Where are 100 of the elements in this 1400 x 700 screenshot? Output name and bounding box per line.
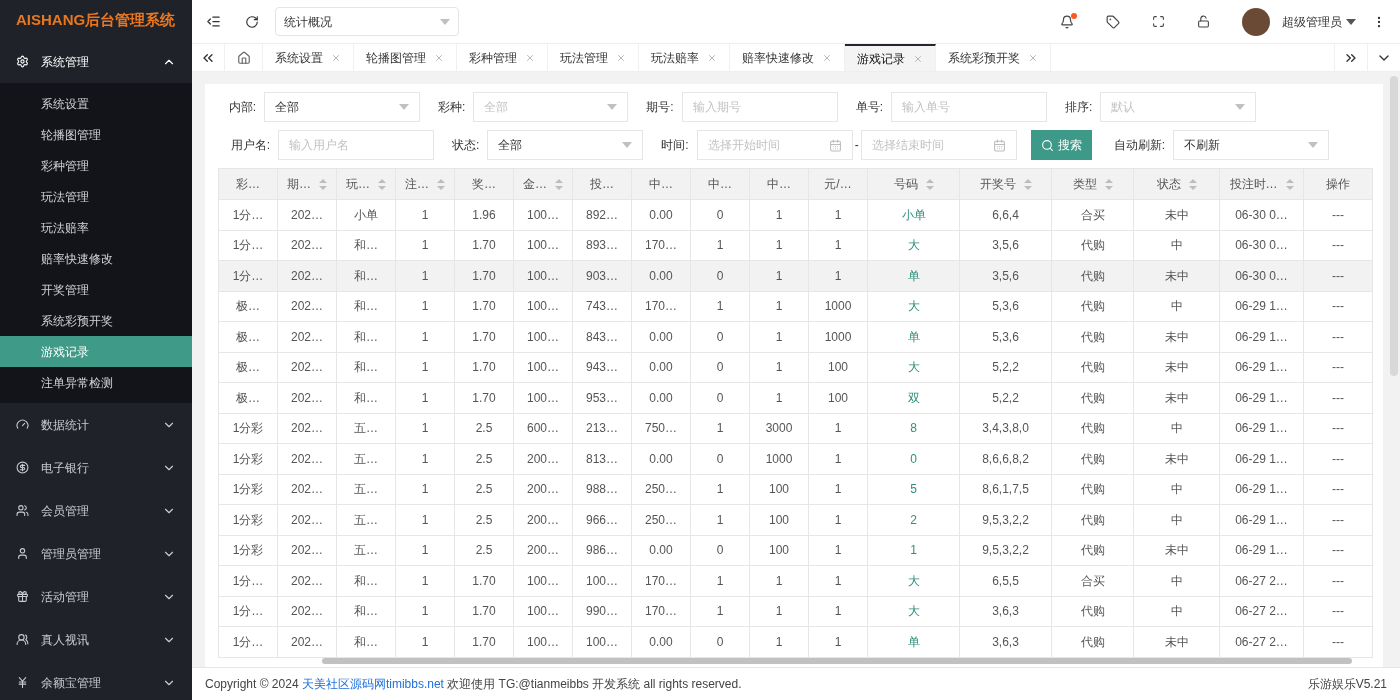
select-field[interactable]: 全部	[264, 92, 420, 122]
menu-item[interactable]: 玩法赔率	[0, 212, 192, 243]
table-cell: 202…	[277, 260, 337, 291]
menu-item[interactable]: 注单异常检测	[0, 367, 192, 398]
page-select[interactable]: 统计概况	[275, 7, 459, 36]
column-header[interactable]: 注…	[395, 168, 455, 200]
column-header[interactable]: 玩…	[336, 168, 396, 200]
column-header[interactable]: 投注时…	[1219, 168, 1304, 200]
menu-item[interactable]: 系统设置	[0, 88, 192, 119]
table-row[interactable]: 1分彩 202… 五… 1 2.5 600… 213… 750… 1 3000 1 8 3,4,3,8,0 代购 中 06-29 1… ---	[218, 413, 1373, 444]
bell-icon[interactable]	[1060, 14, 1074, 29]
table-row[interactable]: 1分… 202… 和… 1 1.70 100… 903… 0.00 0 1 1 单 3,5,6 代购 未中 06-30 0… ---	[218, 260, 1373, 291]
table-cell: 100…	[513, 291, 573, 322]
menu-item[interactable]: 开奖管理	[0, 274, 192, 305]
refresh-icon[interactable]	[245, 14, 259, 29]
menu-fold-icon[interactable]	[206, 14, 221, 29]
text-field[interactable]: 输入单号	[891, 92, 1048, 122]
site-link[interactable]: 天美社区源码网timibbs.net	[301, 677, 444, 691]
text-field[interactable]: 输入期号	[681, 92, 838, 122]
home-icon	[236, 50, 251, 65]
menu-group[interactable]: 会员管理	[0, 489, 192, 532]
table-cell: 大	[867, 230, 960, 261]
menu-group[interactable]: 数据统计	[0, 403, 192, 446]
table-row[interactable]: 极… 202… 和… 1 1.70 100… 743… 170… 1 1 1000 大 5,3,6 代购 中 06-29 1… ---	[218, 291, 1373, 322]
table-row[interactable]: 1分… 202… 和… 1 1.70 100… 100… 170… 1 1 1 大 6,5,5 合买 中 06-27 2… ---	[218, 565, 1373, 596]
column-header[interactable]: 号码	[867, 168, 960, 200]
table-cell: 1	[690, 596, 750, 627]
menu-item[interactable]: 彩种管理	[0, 150, 192, 181]
table-row[interactable]: 1分… 202… 和… 1 1.70 100… 100… 0.00 0 1 1 单 3,6,3 代购 未中 06-27 2… ---	[218, 626, 1373, 657]
table-cell: 极…	[218, 352, 278, 383]
menu-group[interactable]: 活动管理	[0, 575, 192, 618]
table-row[interactable]: 极… 202… 和… 1 1.70 100… 843… 0.00 0 1 1000 单 5,3,6 代购 未中 06-29 1… ---	[218, 321, 1373, 352]
table-cell: 1	[749, 291, 809, 322]
table-row[interactable]: 1分彩 202… 五… 1 2.5 200… 988… 250… 1 100 1 5 8,6,1,7,5 代购 中 06-29 1… ---	[218, 474, 1373, 505]
table-cell: 1	[395, 260, 455, 291]
table-cell: 1	[395, 321, 455, 352]
page-tab[interactable]: 轮播图管理	[354, 44, 457, 71]
page-tab[interactable]: 系统彩预开奖	[936, 44, 1051, 71]
table-cell: 990…	[572, 596, 632, 627]
table-row[interactable]: 1分… 202… 和… 1 1.70 100… 893… 170… 1 1 1 大 3,5,6 代购 中 06-30 0… ---	[218, 230, 1373, 261]
sort-icon	[1188, 178, 1197, 190]
vertical-scrollbar[interactable]	[1390, 76, 1398, 376]
table-cell: 813…	[572, 443, 632, 474]
table-cell: 06-30 0…	[1219, 260, 1304, 291]
menu-group[interactable]: 余额宝管理	[0, 661, 192, 700]
column-header: 操作	[1303, 168, 1373, 200]
table-cell: 100	[749, 474, 809, 505]
table-cell: 202…	[277, 504, 337, 535]
table-cell: 代购	[1051, 626, 1134, 657]
table-row[interactable]: 1分彩 202… 五… 1 2.5 200… 986… 0.00 0 100 1 1 9,5,3,2,2 代购 未中 06-29 1… ---	[218, 535, 1373, 566]
table-row[interactable]: 1分彩 202… 五… 1 2.5 200… 813… 0.00 0 1000 1 0 8,6,6,8,2 代购 未中 06-29 1… ---	[218, 443, 1373, 474]
table-row[interactable]: 极… 202… 和… 1 1.70 100… 943… 0.00 0 1 100 大 5,2,2 代购 未中 06-29 1… ---	[218, 352, 1373, 383]
table-cell: ---	[1303, 535, 1373, 566]
page-tab[interactable]: 玩法赔率	[639, 44, 730, 71]
tag-icon[interactable]	[1106, 14, 1120, 29]
text-field[interactable]: 输入用户名	[278, 130, 434, 160]
column-header[interactable]: 金…	[513, 168, 573, 200]
menu-item[interactable]: 轮播图管理	[0, 119, 192, 150]
user-menu[interactable]: 超级管理员	[1282, 12, 1356, 31]
table-cell: ---	[1303, 199, 1373, 230]
table-cell: 1	[808, 230, 868, 261]
table-row[interactable]: 极… 202… 和… 1 1.70 100… 953… 0.00 0 1 100 双 5,2,2 代购 未中 06-29 1… ---	[218, 382, 1373, 413]
table-cell: 1	[395, 626, 455, 657]
page-tab[interactable]: 玩法管理	[548, 44, 639, 71]
table-cell: 0	[690, 535, 750, 566]
table-cell: 和…	[336, 321, 396, 352]
table-cell: 06-30 0…	[1219, 199, 1304, 230]
select-field[interactable]: 不刷新	[1173, 130, 1330, 160]
lock-icon[interactable]	[1197, 15, 1210, 28]
table-cell: 1	[749, 260, 809, 291]
horizontal-scrollbar[interactable]	[322, 657, 1352, 664]
menu-item[interactable]: 系统彩预开奖	[0, 305, 192, 336]
column-header[interactable]: 开奖号	[959, 168, 1052, 200]
page-tab[interactable]: 系统设置	[263, 44, 354, 71]
menu-group[interactable]: 真人视讯	[0, 618, 192, 661]
page-tab[interactable]: 彩种管理	[457, 44, 548, 71]
table-cell: 代购	[1051, 443, 1134, 474]
table-cell: 1	[808, 565, 868, 596]
user-icon	[16, 547, 29, 560]
table-cell: 1000	[808, 321, 868, 352]
column-header[interactable]: 类型	[1051, 168, 1134, 200]
page-tab[interactable]: 游戏记录	[845, 44, 936, 71]
avatar[interactable]	[1242, 7, 1270, 36]
menu-group[interactable]: 管理员管理	[0, 532, 192, 575]
table-cell: 1	[690, 230, 750, 261]
menu-group[interactable]: 系统管理	[0, 40, 192, 83]
select-field[interactable]: 全部	[487, 130, 644, 160]
table-cell: ---	[1303, 413, 1373, 444]
filter-label: 单号:	[855, 99, 884, 116]
table-row[interactable]: 1分… 202… 小单 1 1.96 100… 892… 0.00 0 1 1 小单 6,6,4 合买 未中 06-30 0… ---	[218, 199, 1373, 230]
column-header[interactable]: 期…	[277, 168, 337, 200]
menu-group[interactable]: 电子银行	[0, 446, 192, 489]
table-row[interactable]: 1分彩 202… 五… 1 2.5 200… 966… 250… 1 100 1 2 9,5,3,2,2 代购 中 06-29 1… ---	[218, 504, 1373, 535]
table-cell: 202…	[277, 626, 337, 657]
table-cell: 极…	[218, 291, 278, 322]
menu-item[interactable]: 赔率快速修改	[0, 243, 192, 274]
column-header[interactable]: 状态	[1133, 168, 1220, 200]
table-row[interactable]: 1分… 202… 和… 1 1.70 100… 990… 170… 1 1 1 大 3,6,3 代购 中 06-27 2… ---	[218, 596, 1373, 627]
menu-item[interactable]: 玩法管理	[0, 181, 192, 212]
fullscreen-icon[interactable]	[1152, 15, 1165, 28]
